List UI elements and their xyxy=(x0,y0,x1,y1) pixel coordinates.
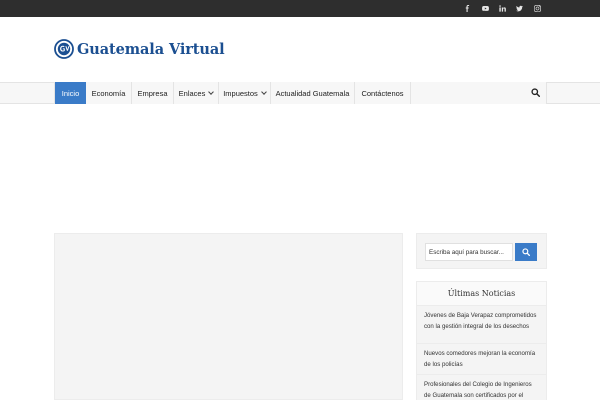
search-icon[interactable] xyxy=(531,88,540,97)
main-navigation: Inicio Economía Empresa Enlaces Impuesto… xyxy=(0,82,600,104)
twitter-icon[interactable] xyxy=(511,0,528,17)
news-link[interactable]: Nuevos comedores mejoran la economía de … xyxy=(417,344,546,375)
nav-item-impuestos[interactable]: Impuestos xyxy=(219,82,271,104)
logo-word-virtual: Virtual xyxy=(168,40,225,58)
news-list: Jóvenes de Baja Verapaz comprometidos co… xyxy=(417,306,546,400)
news-link[interactable]: Profesionales del Colegio de Ingenieros … xyxy=(417,375,546,400)
youtube-icon[interactable] xyxy=(477,0,494,17)
nav-label: Actualidad Guatemala xyxy=(275,88,350,98)
nav-item-empresa[interactable]: Empresa xyxy=(132,82,174,104)
facebook-icon[interactable] xyxy=(459,0,476,17)
nav-item-contactenos[interactable]: Contáctenos xyxy=(355,82,411,104)
nav-container: Inicio Economía Empresa Enlaces Impuesto… xyxy=(54,82,547,104)
nav-label: Empresa xyxy=(137,88,168,98)
instagram-icon[interactable] xyxy=(529,0,546,17)
nav-item-inicio[interactable]: Inicio xyxy=(55,82,86,104)
nav-label: Economía xyxy=(91,88,126,98)
search-icon xyxy=(522,248,530,256)
logo-text: Guatemala Virtual xyxy=(77,41,225,58)
nav-item-economia[interactable]: Economía xyxy=(86,82,132,104)
nav-label: Impuestos xyxy=(223,88,258,98)
site-logo[interactable]: Guatemala Virtual xyxy=(54,39,225,59)
logo-emblem-icon xyxy=(54,39,74,59)
nav-label: Contáctenos xyxy=(361,88,404,98)
latest-news-widget: Últimas Noticias Jóvenes de Baja Verapaz… xyxy=(416,281,547,400)
search-input[interactable] xyxy=(425,243,513,261)
news-link[interactable]: Jóvenes de Baja Verapaz comprometidos co… xyxy=(417,306,546,344)
sidebar-search-widget xyxy=(416,233,547,269)
chevron-down-icon xyxy=(208,88,215,95)
nav-item-actualidad-guatemala[interactable]: Actualidad Guatemala xyxy=(271,82,355,104)
nav-label: Inicio xyxy=(61,88,80,98)
main-content-placeholder xyxy=(54,233,403,400)
nav-label: Enlaces xyxy=(178,88,206,98)
widget-title: Últimas Noticias xyxy=(417,282,546,306)
linkedin-icon[interactable] xyxy=(494,0,511,17)
chevron-down-icon xyxy=(260,88,267,95)
nav-item-enlaces[interactable]: Enlaces xyxy=(174,82,219,104)
search-button[interactable] xyxy=(515,243,537,261)
logo-word-guatemala: Guatemala xyxy=(77,40,164,58)
top-bar xyxy=(0,0,600,17)
